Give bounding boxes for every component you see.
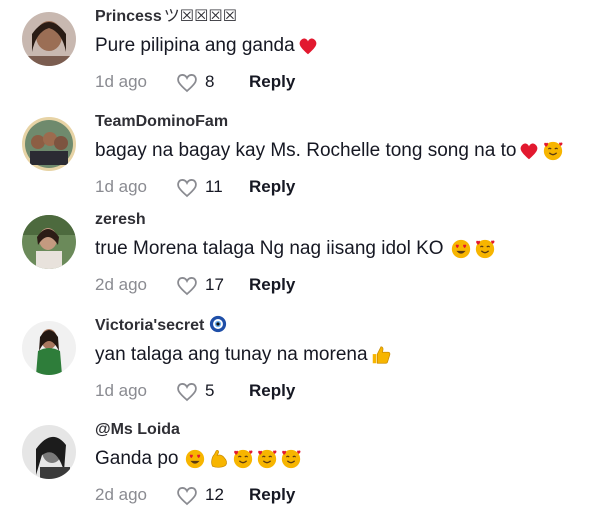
comment-username[interactable]: @Ms Loida	[95, 419, 592, 441]
like-count: 17	[205, 275, 224, 294]
comment-text: true Morena talaga Ng nag iisang idol KO	[95, 235, 592, 263]
like-count: 12	[205, 485, 224, 504]
comment-time: 1d ago	[95, 72, 147, 91]
reply-button[interactable]: Reply	[249, 72, 295, 92]
heart-outline-icon	[177, 179, 197, 198]
reply-button[interactable]: Reply	[249, 275, 295, 295]
heart-eyes-icon	[451, 239, 470, 259]
avatar[interactable]	[22, 215, 76, 269]
username-badge: ツ☒☒☒☒	[163, 8, 238, 25]
heart-outline-icon	[177, 74, 197, 93]
smiling-face-with-hearts-icon	[258, 449, 277, 469]
like-count: 5	[205, 381, 215, 400]
comment-time: 2d ago	[95, 275, 147, 294]
like-button[interactable]: 5	[175, 380, 245, 402]
red-heart-icon	[521, 143, 538, 160]
reply-button[interactable]: Reply	[249, 381, 295, 401]
comment-item: TeamDominoFam bagay na bagay kay Ms. Roc…	[0, 111, 600, 215]
comment-username[interactable]: TeamDominoFam	[95, 111, 592, 133]
comment-username[interactable]: zeresh	[95, 209, 592, 231]
comment-time: 1d ago	[95, 381, 147, 400]
flexed-biceps-icon	[211, 450, 228, 468]
smiling-face-with-hearts-icon	[234, 449, 253, 469]
comment-time: 2d ago	[95, 485, 147, 504]
comment-item: Victoria'secret yan talaga ang tunay na …	[0, 315, 600, 419]
smiling-face-with-hearts-icon	[475, 239, 495, 259]
comment-text: yan talaga ang tunay na morena	[95, 341, 592, 369]
reply-button[interactable]: Reply	[249, 177, 295, 197]
like-button[interactable]: 11	[175, 176, 245, 198]
reply-button[interactable]: Reply	[249, 485, 295, 505]
comment-item: @Ms Loida Ganda po 2d ago 12 Reply	[0, 419, 600, 523]
smiling-face-with-hearts-icon	[282, 449, 301, 469]
comment-text: bagay na bagay kay Ms. Rochelle tong son…	[95, 137, 592, 165]
comment-username[interactable]: Princess ツ☒☒☒☒	[95, 6, 592, 28]
like-button[interactable]: 8	[175, 71, 245, 93]
like-button[interactable]: 17	[175, 274, 245, 296]
nazar-amulet-icon	[209, 315, 226, 333]
comment-item: Princess ツ☒☒☒☒ Pure pilipina ang ganda 1d…	[0, 6, 600, 110]
red-heart-icon	[299, 38, 317, 55]
heart-outline-icon	[177, 487, 197, 506]
heart-outline-icon	[177, 383, 197, 402]
avatar[interactable]	[22, 117, 76, 171]
avatar[interactable]	[22, 425, 76, 479]
like-count: 8	[205, 72, 215, 91]
heart-outline-icon	[177, 277, 197, 296]
like-count: 11	[205, 177, 223, 196]
comment-item: zeresh true Morena talaga Ng nag iisang …	[0, 209, 600, 313]
comment-username[interactable]: Victoria'secret	[95, 315, 592, 337]
avatar[interactable]	[22, 12, 76, 66]
smiling-face-with-hearts-icon	[544, 141, 563, 161]
heart-eyes-icon	[186, 449, 205, 469]
comment-text: Ganda po	[95, 445, 592, 473]
comment-text: Pure pilipina ang ganda	[95, 32, 592, 60]
avatar[interactable]	[22, 321, 76, 375]
comment-time: 1d ago	[95, 177, 147, 196]
thumbs-up-icon	[372, 346, 390, 364]
like-button[interactable]: 12	[175, 484, 245, 506]
